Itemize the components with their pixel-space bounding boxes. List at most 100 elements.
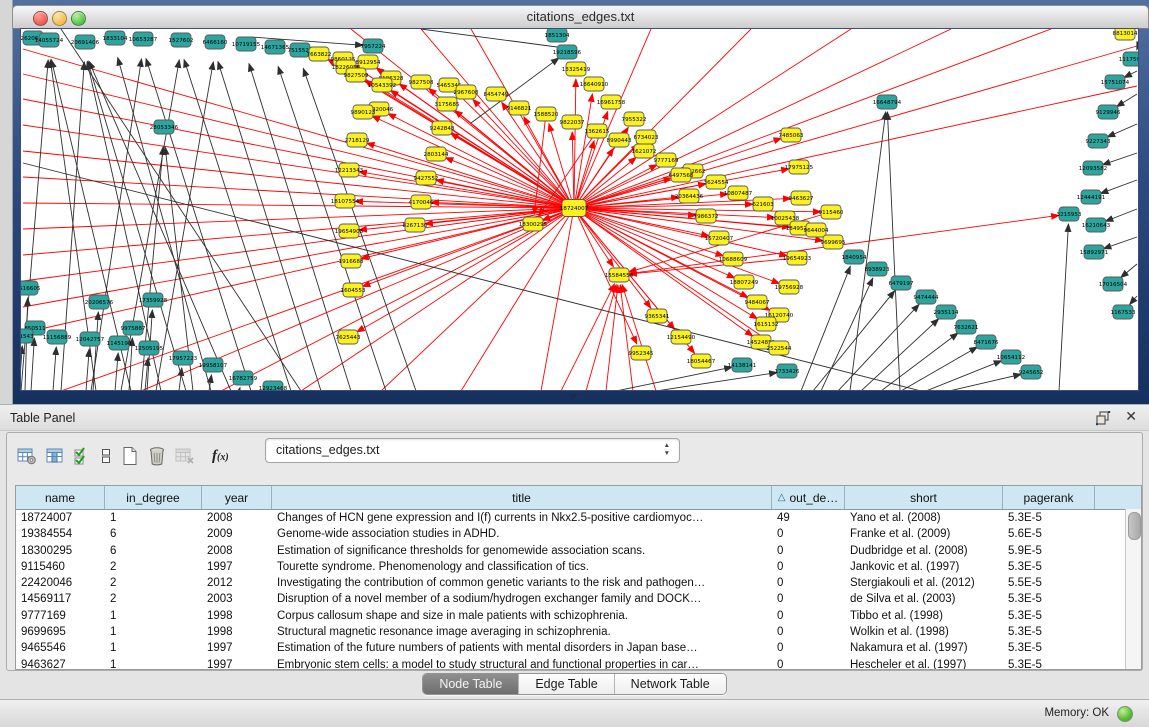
graph-node[interactable]: 7955322 <box>622 112 647 126</box>
graph-node[interactable]: 9827508 <box>409 75 434 89</box>
graph-node[interactable]: 1145190 <box>107 336 132 350</box>
panel-grip-icon[interactable] <box>568 394 578 400</box>
graph-node[interactable]: 17359928 <box>139 293 168 307</box>
graph-edge[interactable] <box>620 285 633 390</box>
graph-node[interactable]: 16648794 <box>873 95 902 109</box>
graph-edge[interactable] <box>574 94 592 208</box>
table-row[interactable]: 969969511998Structural magnetic resonanc… <box>16 624 1141 640</box>
graph-edge[interactable] <box>1100 180 1137 194</box>
table-row[interactable]: 946362711997Embryonic stem cells: a mode… <box>16 657 1141 670</box>
graph-node[interactable]: 1362615 <box>585 124 610 138</box>
column-header-pagerank[interactable]: pagerank <box>1003 486 1095 509</box>
graph-edge[interactable] <box>574 46 1137 208</box>
graph-node[interactable]: 11175904 <box>1119 52 1138 66</box>
graph-node[interactable]: 20364436 <box>675 189 704 203</box>
column-header-year[interactable]: year <box>202 486 272 509</box>
graph-node[interactable]: 18640910 <box>580 77 609 91</box>
graph-node[interactable]: 9890123 <box>351 105 376 119</box>
close-panel-icon[interactable]: ✕ <box>1125 408 1137 425</box>
graph-node[interactable]: 18724007 <box>560 200 589 217</box>
graph-node[interactable]: 15892971 <box>1080 245 1109 259</box>
graph-node[interactable]: 1604553 <box>341 283 366 297</box>
graph-edge[interactable] <box>146 59 251 390</box>
graph-edge[interactable] <box>361 208 574 259</box>
graph-edge[interactable] <box>381 208 574 390</box>
table-row[interactable]: 1830029562008Estimation of significance … <box>16 543 1141 559</box>
scrollbar-thumb[interactable] <box>1128 512 1141 540</box>
graph-node[interactable]: 9952345 <box>629 346 654 360</box>
graph-node[interactable]: 17016504 <box>1099 277 1128 291</box>
graph-edge[interactable] <box>221 208 574 390</box>
column-header-name[interactable]: name <box>16 486 105 509</box>
graph-node[interactable]: 9129946 <box>1096 105 1121 119</box>
graph-edge[interactable] <box>901 347 977 390</box>
graph-node[interactable]: 16782759 <box>229 371 258 385</box>
graph-node[interactable]: 1840954 <box>842 250 867 264</box>
graph-node[interactable]: 1833104 <box>103 31 128 45</box>
graph-edge[interactable] <box>574 86 1137 208</box>
graph-node[interactable]: 9146821 <box>507 101 532 115</box>
graph-node[interactable]: 10653287 <box>129 32 158 46</box>
graph-node[interactable]: 2803144 <box>424 147 449 161</box>
graph-edge[interactable] <box>184 60 291 390</box>
graph-node[interactable]: 7485063 <box>779 128 804 142</box>
graph-edge[interactable] <box>1102 153 1137 165</box>
graph-node[interactable]: 6466160 <box>203 35 228 49</box>
rows-icon[interactable] <box>100 443 112 469</box>
graph-edge[interactable] <box>399 84 574 208</box>
graph-node[interactable]: 1615132 <box>754 317 779 331</box>
graph-node[interactable]: 6497568 <box>669 168 694 182</box>
column-header-out_de[interactable]: △out_de… <box>772 486 845 509</box>
graph-node[interactable]: 7632621 <box>954 320 979 334</box>
graph-edge[interactable] <box>23 208 574 255</box>
graph-node[interactable]: 10688609 <box>719 252 748 266</box>
graph-node[interactable]: 9474444 <box>914 290 939 304</box>
graph-node[interactable]: 12505195 <box>135 341 164 355</box>
graph-edge[interactable] <box>887 112 900 390</box>
graph-node[interactable]: 6734023 <box>634 130 659 144</box>
graph-node[interactable]: 3624554 <box>704 175 729 189</box>
graph-node[interactable]: 7986372 <box>694 209 719 223</box>
graph-edge[interactable] <box>813 291 895 390</box>
graph-node[interactable]: 12923468 <box>259 381 288 390</box>
graph-node[interactable]: 391543 <box>21 329 34 343</box>
graph-node[interactable]: 1851304 <box>545 29 570 42</box>
graph-node[interactable]: 1527602 <box>169 33 194 47</box>
column-header-title[interactable]: title <box>272 486 772 509</box>
new-document-icon[interactable] <box>121 443 139 469</box>
tab-edge-table[interactable]: Edge Table <box>519 674 614 694</box>
tab-node-table[interactable]: Node Table <box>423 674 519 694</box>
select-rows-check-icon[interactable] <box>73 443 91 469</box>
graph-node[interactable]: 9484067 <box>745 295 770 309</box>
graph-edge[interactable] <box>239 388 240 390</box>
graph-node[interactable]: 621603 <box>752 197 774 211</box>
graph-node[interactable]: 3215953 <box>1057 207 1082 221</box>
graph-node[interactable]: 9427552 <box>414 171 439 185</box>
graph-edge[interactable] <box>445 158 574 208</box>
network-canvas[interactable]: 2620650140557242069140618331041065328715… <box>20 28 1139 391</box>
graph-node[interactable]: 14671365 <box>261 40 290 54</box>
graph-node[interactable]: 8454749 <box>484 87 509 101</box>
graph-node[interactable]: 9975887 <box>121 321 146 335</box>
table-settings-icon[interactable] <box>17 443 37 469</box>
graph-node[interactable]: 7625443 <box>336 330 361 344</box>
graph-node[interactable]: 9463627 <box>789 191 814 205</box>
float-window-icon[interactable] <box>1095 410 1111 426</box>
table-row[interactable]: 2242004622012Investigating the contribut… <box>16 575 1141 591</box>
graph-node[interactable]: 1916688 <box>339 254 364 268</box>
tab-network-table[interactable]: Network Table <box>615 674 726 694</box>
graph-edge[interactable] <box>926 361 1002 390</box>
graph-node[interactable]: 9245652 <box>1019 365 1044 379</box>
graph-edge[interactable] <box>1116 94 1137 107</box>
graph-node[interactable]: 10543392 <box>368 78 396 92</box>
vertical-scrollbar[interactable] <box>1125 509 1141 669</box>
graph-node[interactable]: 1167533 <box>1111 305 1136 319</box>
graph-node[interactable]: 7957224 <box>361 39 386 53</box>
graph-node[interactable]: 8267130 <box>403 218 428 232</box>
column-header-in_degree[interactable]: in_degree <box>105 486 202 509</box>
graph-edge[interactable] <box>23 151 574 208</box>
network-window-titlebar[interactable]: citations_edges.txt <box>12 5 1149 29</box>
graph-node[interactable]: 8813014 <box>1113 29 1138 40</box>
delete-icon[interactable] <box>148 443 166 469</box>
graph-node[interactable]: 2516605 <box>21 281 41 295</box>
